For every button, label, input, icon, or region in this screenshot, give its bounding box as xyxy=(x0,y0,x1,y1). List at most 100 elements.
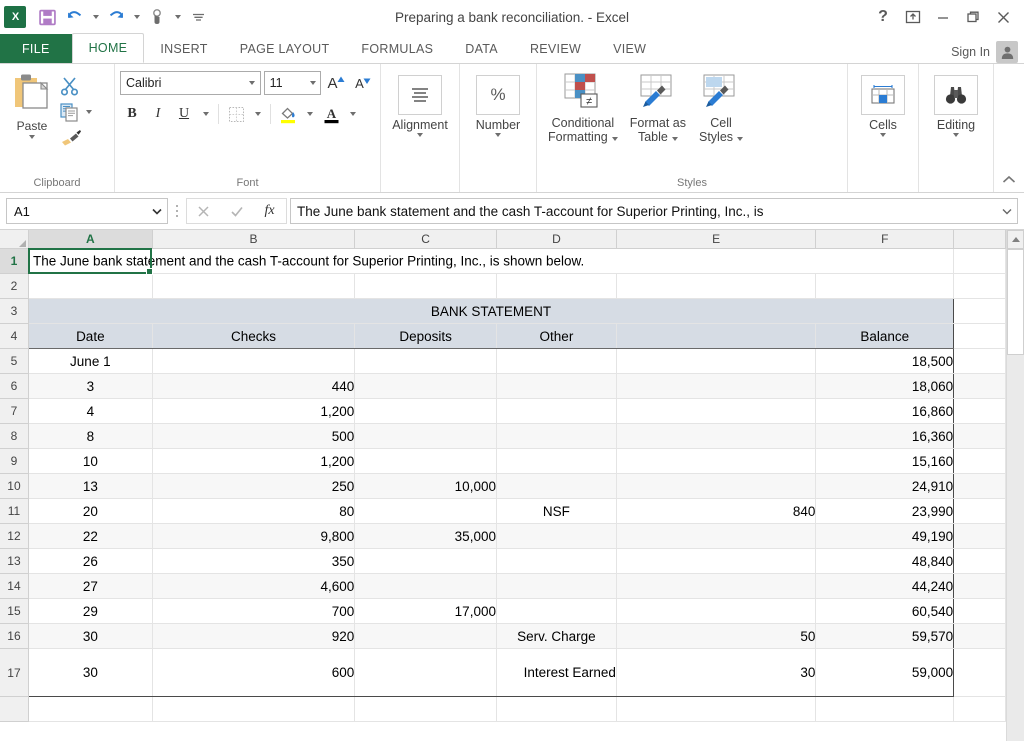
row-header-7[interactable]: 7 xyxy=(0,399,28,424)
column-header-g[interactable] xyxy=(954,230,1006,249)
save-icon[interactable] xyxy=(34,5,60,29)
name-box-dropdown-icon[interactable] xyxy=(147,208,167,215)
paste-dropdown-icon[interactable] xyxy=(29,135,35,139)
restore-button[interactable] xyxy=(958,4,988,30)
cell-balance-9[interactable]: 15,160 xyxy=(816,449,954,474)
cell-header-other-amount[interactable] xyxy=(616,324,815,349)
row-header-4[interactable]: 4 xyxy=(0,324,28,349)
vertical-scrollbar[interactable] xyxy=(1006,230,1024,741)
tab-formulas[interactable]: FORMULAS xyxy=(345,34,449,63)
row-header-1[interactable]: 1 xyxy=(0,249,28,274)
select-all-button[interactable] xyxy=(0,230,28,249)
cell-balance-8[interactable]: 16,360 xyxy=(816,424,954,449)
tab-insert[interactable]: INSERT xyxy=(144,34,223,63)
conditional-formatting-dropdown-icon[interactable] xyxy=(612,137,618,141)
cell-other-8[interactable] xyxy=(496,424,616,449)
tab-home[interactable]: HOME xyxy=(72,33,145,63)
borders-dropdown-icon[interactable] xyxy=(250,102,265,126)
cell-deposits-9[interactable] xyxy=(355,449,497,474)
cell-deposits-5[interactable] xyxy=(355,349,497,374)
cell-header-checks[interactable]: Checks xyxy=(152,324,355,349)
cell-deposits-11[interactable] xyxy=(355,499,497,524)
cell-date-9[interactable]: 10 xyxy=(28,449,152,474)
cell-date-8[interactable]: 8 xyxy=(28,424,152,449)
row-header-2[interactable]: 2 xyxy=(0,274,28,299)
cell-other-5[interactable] xyxy=(496,349,616,374)
cell-balance-7[interactable]: 16,860 xyxy=(816,399,954,424)
insert-function-button[interactable]: fx xyxy=(253,200,286,222)
undo-icon[interactable] xyxy=(62,5,88,29)
cell-header-date[interactable]: Date xyxy=(28,324,152,349)
cell-b2[interactable] xyxy=(152,274,355,299)
underline-button[interactable]: U xyxy=(172,102,196,126)
cell-d2[interactable] xyxy=(496,274,616,299)
copy-button[interactable] xyxy=(59,100,92,124)
row-header-9[interactable]: 9 xyxy=(0,449,28,474)
cancel-entry-button[interactable] xyxy=(187,200,220,222)
cell-date-17[interactable]: 30 xyxy=(28,649,152,697)
cell-other-12[interactable] xyxy=(496,524,616,549)
cell-checks-6[interactable]: 440 xyxy=(152,374,355,399)
cell-balance-11[interactable]: 23,990 xyxy=(816,499,954,524)
cell-g4[interactable] xyxy=(954,324,1006,349)
cell-deposits-12[interactable]: 35,000 xyxy=(355,524,497,549)
paste-button[interactable]: Paste xyxy=(5,68,59,150)
row-header-15[interactable]: 15 xyxy=(0,599,28,624)
cell-checks-15[interactable]: 700 xyxy=(152,599,355,624)
cell-g11[interactable] xyxy=(954,499,1006,524)
cell-g5[interactable] xyxy=(954,349,1006,374)
tab-view[interactable]: VIEW xyxy=(597,34,662,63)
font-size-dropdown-icon[interactable] xyxy=(305,81,320,85)
cell-checks-17[interactable]: 600 xyxy=(152,649,355,697)
cell-balance-16[interactable]: 59,570 xyxy=(816,624,954,649)
cell-date-12[interactable]: 22 xyxy=(28,524,152,549)
editing-dropdown-icon[interactable] xyxy=(953,133,959,137)
minimize-button[interactable] xyxy=(928,4,958,30)
cell-g9[interactable] xyxy=(954,449,1006,474)
confirm-entry-button[interactable] xyxy=(220,200,253,222)
italic-button[interactable]: I xyxy=(146,102,170,126)
cell-other-9[interactable] xyxy=(496,449,616,474)
column-header-c[interactable]: C xyxy=(355,230,497,249)
cell-g13[interactable] xyxy=(954,549,1006,574)
cell-checks-8[interactable]: 500 xyxy=(152,424,355,449)
cell-other-amount-5[interactable] xyxy=(616,349,815,374)
row-header-17[interactable]: 17 xyxy=(0,649,28,697)
cell-other-amount-16[interactable]: 50 xyxy=(616,624,815,649)
cell-other-amount-17[interactable]: 30 xyxy=(616,649,815,697)
cell-date-6[interactable]: 3 xyxy=(28,374,152,399)
redo-icon[interactable] xyxy=(103,5,129,29)
column-header-e[interactable]: E xyxy=(616,230,815,249)
cell-date-7[interactable]: 4 xyxy=(28,399,152,424)
row-header-6[interactable]: 6 xyxy=(0,374,28,399)
cell-g7[interactable] xyxy=(954,399,1006,424)
cell-d18[interactable] xyxy=(496,697,616,722)
sign-in-button[interactable]: Sign In xyxy=(951,41,1024,63)
underline-dropdown-icon[interactable] xyxy=(198,102,213,126)
collapse-ribbon-icon[interactable] xyxy=(1002,175,1016,188)
cell-other-amount-8[interactable] xyxy=(616,424,815,449)
row-header-10[interactable]: 10 xyxy=(0,474,28,499)
cell-other-amount-13[interactable] xyxy=(616,549,815,574)
cell-balance-15[interactable]: 60,540 xyxy=(816,599,954,624)
cell-other-16[interactable]: Serv. Charge xyxy=(496,624,616,649)
formula-bar-grip-icon[interactable] xyxy=(168,203,186,219)
undo-dropdown-icon[interactable] xyxy=(90,5,101,29)
cell-deposits-14[interactable] xyxy=(355,574,497,599)
cell-c18[interactable] xyxy=(355,697,497,722)
touch-mode-icon[interactable] xyxy=(144,5,170,29)
redo-dropdown-icon[interactable] xyxy=(131,5,142,29)
cell-checks-14[interactable]: 4,600 xyxy=(152,574,355,599)
cell-g17[interactable] xyxy=(954,649,1006,697)
cell-checks-5[interactable] xyxy=(152,349,355,374)
cell-checks-10[interactable]: 250 xyxy=(152,474,355,499)
cell-g8[interactable] xyxy=(954,424,1006,449)
conditional-formatting-button[interactable]: ≠ Conditional Formatting xyxy=(542,68,624,145)
cell-other-17[interactable]: Interest Earned xyxy=(496,649,616,697)
increase-font-size-button[interactable]: A xyxy=(324,71,348,95)
cells-button[interactable]: Cells xyxy=(853,68,913,137)
number-dropdown-icon[interactable] xyxy=(495,133,501,137)
cell-other-11[interactable]: NSF xyxy=(496,499,616,524)
column-header-f[interactable]: F xyxy=(816,230,954,249)
cut-button[interactable] xyxy=(59,74,92,98)
